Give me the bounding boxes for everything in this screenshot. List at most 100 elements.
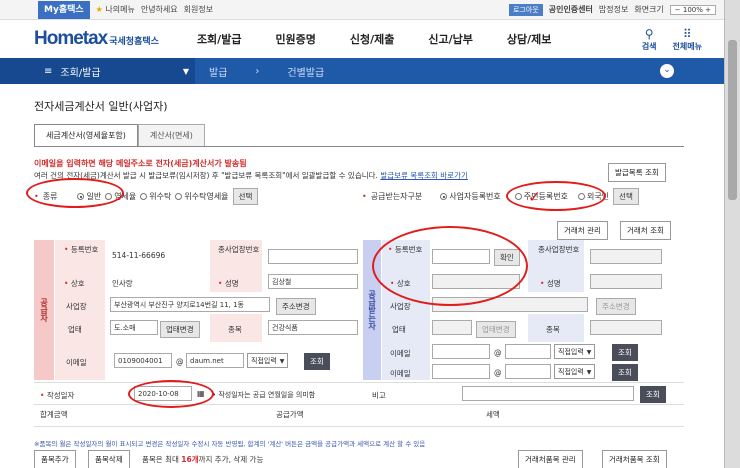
supplier-email-id-input[interactable]: 0109004001 [114, 353, 172, 368]
remark-input[interactable] [462, 386, 634, 401]
logout-button[interactable]: 로그아웃 [508, 3, 543, 16]
buyer-email2-id-input[interactable] [432, 364, 490, 379]
buyer-biz-change-button[interactable]: 업태변경 [476, 321, 516, 338]
chevron-down-icon[interactable]: ⌄ [660, 64, 674, 78]
caret-down-icon: ▼ [182, 66, 189, 76]
limit-count: 16개 [181, 455, 199, 464]
breadcrumb-issue[interactable]: 발급 [195, 64, 241, 79]
page-title: 전자세금계산서 일반(사업자) [34, 100, 168, 113]
nav-item-consult[interactable]: 상담/제보 [507, 31, 552, 47]
scrollbar-thumb[interactable] [728, 40, 737, 200]
chevron-right-icon: › [255, 65, 260, 77]
kind-select-button[interactable]: 선택 [232, 188, 259, 205]
hamburger-icon: ≡ [44, 65, 53, 77]
search-icon: ⚲ [644, 26, 654, 41]
supplier-branch-label: 종사업장번호 [218, 245, 260, 254]
partner-item-manage-button[interactable]: 거래처품목 관리 [518, 450, 583, 468]
write-date-label: • 작성일자 [40, 391, 75, 400]
recipient-type-label: 공급받는자구분 [370, 192, 423, 201]
supplier-biz-change-button[interactable]: 업태변경 [160, 321, 200, 338]
add-item-button[interactable]: 품목추가 [34, 450, 76, 468]
supplier-addr-label: 사업장 [66, 302, 87, 311]
email-at: @ [494, 348, 502, 357]
supplier-item-input[interactable]: 건강식품 [268, 320, 358, 335]
star-icon: ★ [95, 5, 103, 14]
buyer-email-id-input[interactable] [432, 344, 490, 359]
buyer-email-domain-select[interactable]: 직접입력 [554, 344, 596, 359]
tab-tax-invoice[interactable]: 세금계산서(영세율포함) [34, 124, 138, 146]
supplier-email-domain-input[interactable]: daum.net [186, 353, 244, 368]
hold-list-link[interactable]: 발급보류 목록조회 바로가기 [380, 171, 468, 180]
screen-size-label: 화면크기 [634, 5, 664, 14]
annotation-ellipse [372, 226, 528, 306]
zoom-select[interactable]: − 100% + [669, 4, 716, 15]
partner-lookup-button[interactable]: 거래처 조회 [620, 221, 671, 240]
recipient-select-button[interactable]: 선택 [613, 188, 639, 205]
partner-item-lookup-button[interactable]: 거래처품목 조회 [602, 450, 667, 468]
buyer-email-domain-input[interactable] [505, 344, 551, 359]
buyer-email2-lookup-button[interactable]: 조회 [612, 364, 638, 381]
tab-bar: 세금계산서(영세율포함) 계산서(면세) [34, 124, 205, 146]
total-amount-label: 합계금액 [40, 410, 68, 419]
supplier-branch-input[interactable] [268, 249, 358, 264]
partner-manage-button[interactable]: 거래처 관리 [557, 221, 608, 240]
greeting-text: 안녕하세요 [140, 5, 178, 14]
buyer-branch-input[interactable] [590, 249, 662, 264]
supplier-biz-input[interactable]: 도.소매 [110, 320, 158, 335]
limit-prefix: 품목은 최대 [142, 455, 179, 464]
all-menu-button[interactable]: ⠿ 전체메뉴 [673, 27, 702, 52]
buyer-email2-domain-input[interactable] [505, 364, 551, 379]
site-map-link[interactable]: 밥정정보 [599, 4, 628, 15]
nav-item-inquiry[interactable]: 조회/발급 [197, 31, 242, 47]
supplier-name: 인사랑 [112, 279, 133, 288]
my-hometax-tab[interactable]: My홈택스 [38, 0, 90, 19]
kind-option-consign[interactable]: 위수탁 [140, 191, 171, 202]
label-text: 성명 [224, 279, 239, 288]
buyer-rep-label: • 성명 [540, 279, 561, 288]
radio-icon [140, 193, 148, 200]
divider [34, 404, 684, 405]
hometax-logo[interactable]: Hometax 국세청홈택스 [34, 28, 159, 50]
menu-dropdown[interactable]: ≡ 조회/발급 ▼ [0, 58, 195, 84]
buyer-item-input[interactable] [590, 320, 662, 335]
supplier-rep-input[interactable]: 김상철 [268, 274, 358, 289]
buyer-email2-label: 이메일 [390, 369, 411, 378]
member-info-link[interactable]: 회원정보 [184, 4, 213, 15]
page-scrollbar[interactable] [724, 0, 740, 468]
nav-item-report[interactable]: 신고/납부 [428, 31, 473, 47]
issue-list-button[interactable]: 발급목록 조회 [608, 163, 666, 182]
supplier-email-domain-select[interactable]: 직접입력 [247, 353, 289, 368]
tab-invoice-exempt[interactable]: 계산서(면세) [137, 124, 205, 146]
cert-center-link[interactable]: 공인인증센터 [549, 4, 593, 15]
write-date-note: • 작성일자는 공급 연월일을 의미함 [212, 391, 316, 399]
search-label: 검색 [641, 41, 657, 51]
supplier-email-label: 이메일 [66, 358, 87, 367]
label-text: 등록번호 [70, 245, 99, 254]
remark-lookup-button[interactable]: 조회 [640, 386, 666, 403]
recipient-option-bizno[interactable]: 사업자등록번호 [440, 191, 501, 202]
all-menu-label: 전체메뉴 [672, 41, 702, 51]
supplier-addr-input[interactable]: 부산광역시 부산진구 양지로14번길 11, 1동 [110, 297, 270, 312]
label-text: 작성일자 [46, 391, 75, 400]
supplier-addr-change-button[interactable]: 주소변경 [276, 298, 316, 315]
nav-item-application[interactable]: 신청/제출 [350, 31, 395, 47]
item-limit-text: 품목은 최대 16개까지 추가, 삭제 가능 [142, 454, 263, 465]
buyer-addr-change-button[interactable]: 주소변경 [596, 298, 636, 315]
breadcrumb-single-issue[interactable]: 건별발급 [273, 64, 338, 79]
supplier-name-label: • 상호 [64, 279, 85, 288]
annotation-ellipse [26, 178, 124, 208]
buyer-email2-domain-select[interactable]: 직접입력 [554, 364, 596, 379]
buyer-biz-input[interactable] [432, 320, 472, 335]
buyer-email-lookup-button[interactable]: 조회 [612, 344, 638, 361]
my-menu-link[interactable]: ★ 나의메뉴 [96, 4, 135, 15]
kind-option-consign-zero[interactable]: 위수탁영세율 [175, 191, 229, 202]
delete-item-button[interactable]: 품목삭제 [88, 450, 130, 468]
supplier-email-lookup-button[interactable]: 조회 [304, 353, 330, 370]
buyer-addr-label: 사업장 [390, 302, 411, 311]
buyer-rep-input[interactable] [590, 274, 662, 289]
nav-item-certificate[interactable]: 민원증명 [275, 31, 315, 47]
supplier-item-label: 종목 [228, 325, 242, 334]
menu-title: 조회/발급 [60, 67, 101, 79]
search-button[interactable]: ⚲ 검색 [642, 27, 657, 52]
supplier-reg-label: • 등록번호 [64, 245, 99, 254]
